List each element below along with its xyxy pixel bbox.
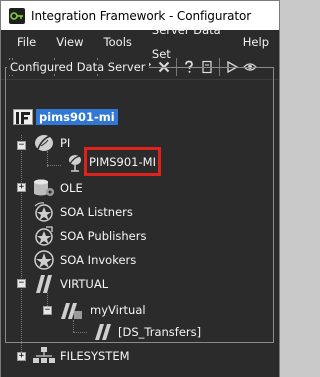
collapse-virtual-toggle[interactable]: − [17,279,26,288]
menu-help[interactable]: Help [233,30,279,54]
tree-node-filesystem[interactable]: FILESYSTEM [32,346,130,366]
tree-node-soa-listners[interactable]: SOA Listners [32,202,133,222]
tree-label-myvirtual[interactable]: myVirtual [90,303,146,317]
collapse-myvirtual-toggle[interactable]: − [43,306,52,315]
title-bar: Integration Framework - Configurator [0,0,280,30]
tree-node-virtual[interactable]: VIRTUAL [32,274,108,294]
tree-node-root[interactable]: pims901-mi [13,107,118,127]
tree-node-soa-publishers[interactable]: SOA Publishers [32,226,146,246]
tree-label-ole[interactable]: OLE [60,181,83,195]
pi-server-icon [64,152,86,172]
menu-view[interactable]: View [46,30,93,54]
tree-label-ds-transfers[interactable]: [DS_Transfers] [118,325,201,339]
tree-label-soa-publishers[interactable]: SOA Publishers [60,229,146,243]
tree-label-pi[interactable]: PI [60,136,70,150]
highlight-box [84,147,161,176]
virtual-icon [32,273,56,295]
expand-ole-toggle[interactable]: + [17,183,26,192]
soa-invoker-icon [32,249,56,271]
tree-label-root[interactable]: pims901-mi [36,109,118,125]
tree-node-ds-transfers[interactable]: [DS_Transfers] [92,322,201,342]
pi-leaf-icon [32,133,56,153]
tree-line [47,165,61,166]
server-logo-icon [13,109,33,125]
soa-publisher-icon [32,225,56,247]
collapse-pi-toggle[interactable]: − [17,141,26,150]
tree-node-ole[interactable]: OLE [32,178,83,198]
tree-node-pi[interactable]: PI [32,133,70,153]
database-icon [32,178,56,198]
menu-file[interactable]: File [7,30,46,54]
tree-line [21,135,22,354]
menu-tools[interactable]: Tools [94,30,142,54]
tree-line [73,320,74,332]
virtual-server-icon [58,299,84,321]
app-logo-icon [9,7,25,24]
soa-listener-icon [32,201,56,223]
panel-title: Configured Data Server [7,60,149,74]
tree-node-soa-invokers[interactable]: SOA Invokers [32,250,136,270]
tree-label-virtual[interactable]: VIRTUAL [60,277,108,291]
tree-node-myvirtual[interactable]: myVirtual [58,300,146,320]
filesystem-icon [32,346,56,366]
expand-filesystem-toggle[interactable]: + [17,352,26,361]
tree-line [73,332,87,333]
tree-label-soa-listners[interactable]: SOA Listners [60,205,133,219]
tree-label-filesystem[interactable]: FILESYSTEM [60,349,130,363]
menu-bar: File View Tools Server Data Set Help [1,23,279,61]
tree-label-soa-invokers[interactable]: SOA Invokers [60,253,136,267]
data-set-icon [92,322,114,342]
